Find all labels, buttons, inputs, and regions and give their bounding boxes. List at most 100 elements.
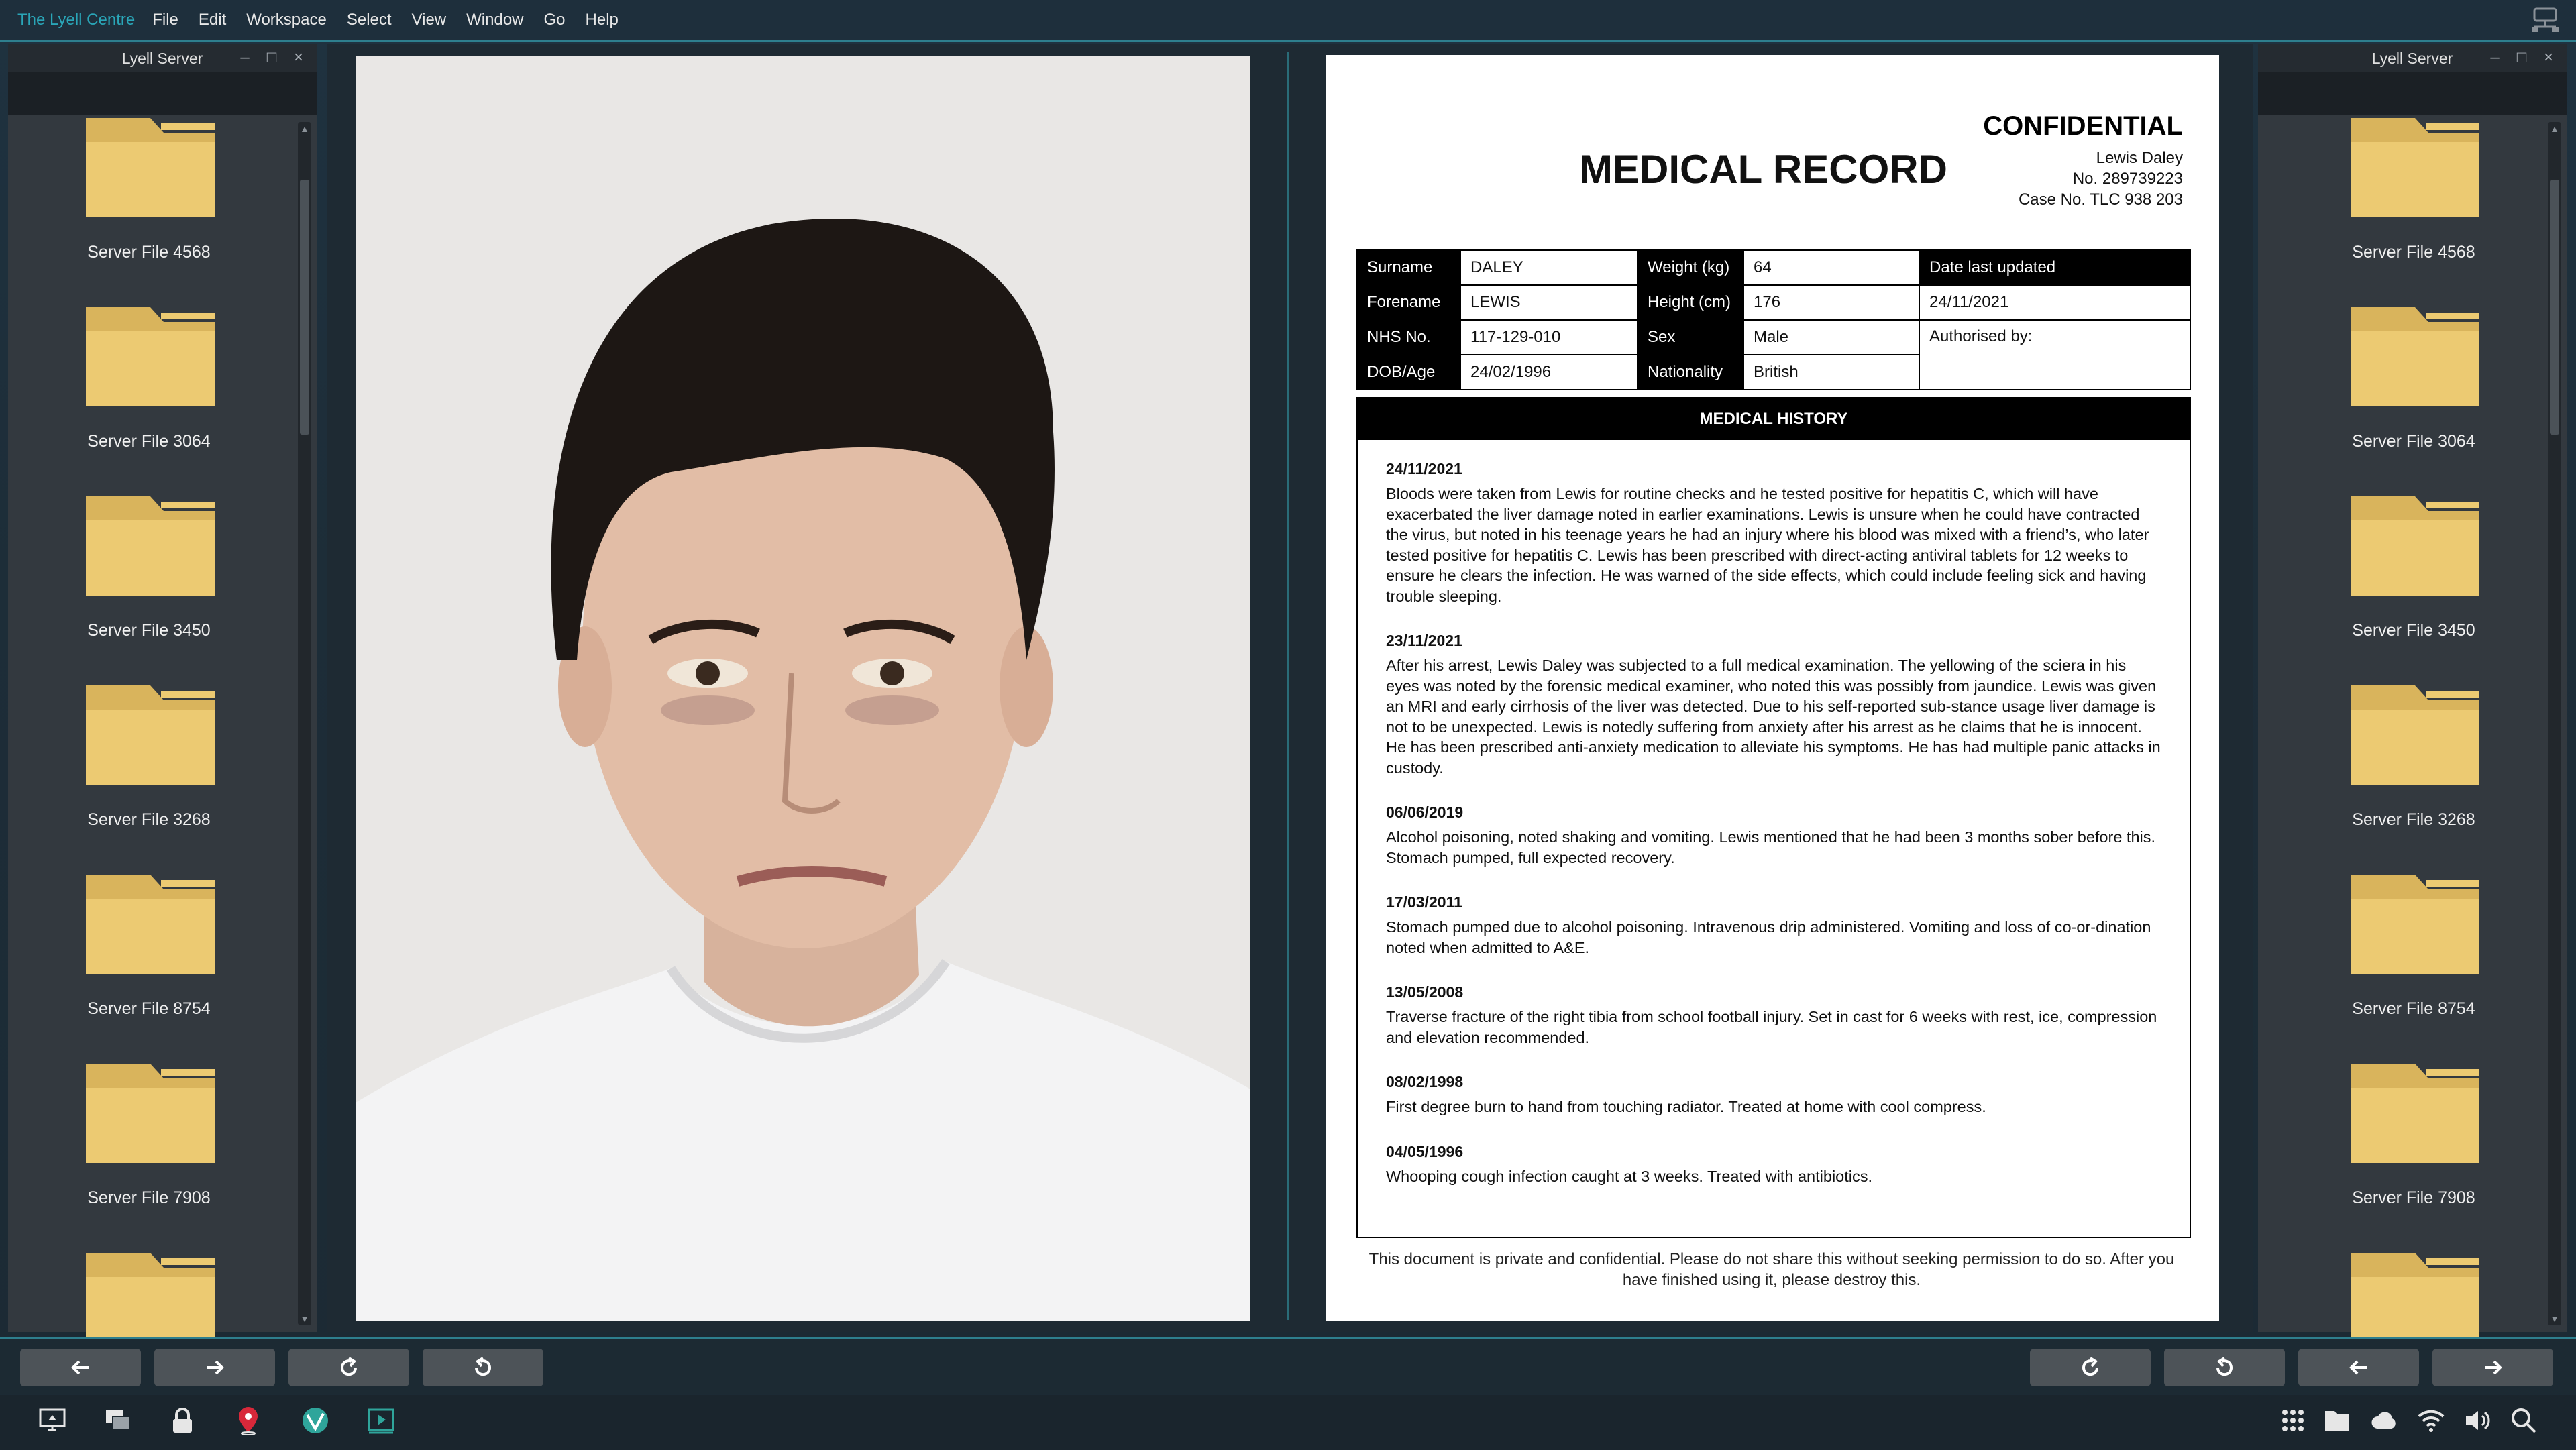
lock-icon[interactable] (166, 1404, 199, 1437)
history-entry: 13/05/2008 Traverse fracture of the righ… (1386, 983, 2161, 1048)
menu-go[interactable]: Go (544, 11, 566, 30)
left-file-list: Server File 4568 Server File 3064 Server… (8, 114, 290, 1438)
display-icon[interactable] (36, 1404, 68, 1437)
close-icon[interactable]: × (290, 48, 307, 67)
menu-view[interactable]: View (412, 11, 447, 30)
right-file-list: Server File 4568 Server File 3064 Server… (2273, 114, 2555, 1438)
file-label: Server File 4568 (2352, 243, 2475, 262)
left-server-window: Lyell Server – □ × ▲ ▼ Server File 4568 … (8, 44, 317, 1352)
app-name[interactable]: The Lyell Centre (17, 11, 135, 30)
entry-text: Alcohol poisoning, noted shaking and vom… (1386, 828, 2156, 867)
back-button[interactable] (20, 1349, 141, 1386)
file-item[interactable]: Server File 3450 (2273, 492, 2555, 681)
file-label: Server File 7908 (2352, 1188, 2475, 1207)
windows-icon[interactable] (102, 1404, 134, 1437)
file-item[interactable]: Server File 3268 (8, 681, 290, 871)
back-button-right[interactable] (2298, 1349, 2419, 1386)
nhs-value: 117-129-010 (1460, 319, 1638, 355)
undo-button-right[interactable] (2164, 1349, 2285, 1386)
height-label: Height (cm) (1637, 284, 1744, 321)
redo-button-right[interactable] (2030, 1349, 2151, 1386)
search-icon[interactable] (2508, 1404, 2540, 1437)
forward-button-right[interactable] (2432, 1349, 2553, 1386)
file-item[interactable]: Server File 4568 (8, 114, 290, 303)
medical-history-heading: MEDICAL HISTORY (1358, 398, 2190, 440)
scroll-thumb[interactable] (300, 180, 309, 435)
globe-icon[interactable] (299, 1404, 331, 1437)
media-player-icon[interactable] (365, 1404, 397, 1437)
menu-edit[interactable]: Edit (199, 11, 226, 30)
medical-history-section: MEDICAL HISTORY 24/11/2021 Bloods were t… (1356, 397, 2191, 1238)
main-document-window: CONFIDENTIAL MEDICAL RECORD Lewis Daley … (327, 44, 2253, 1332)
file-item[interactable]: Server File 3450 (8, 492, 290, 681)
file-item[interactable]: Server File 4568 (2273, 114, 2555, 303)
history-entry: 04/05/1996 Whooping cough infection caug… (1386, 1143, 2161, 1187)
menu-window[interactable]: Window (466, 11, 523, 30)
menu-workspace[interactable]: Workspace (246, 11, 327, 30)
scroll-down-icon[interactable]: ▼ (298, 1312, 311, 1325)
file-label: Server File 3450 (2352, 621, 2475, 640)
redo-button[interactable] (288, 1349, 409, 1386)
nationality-label: Nationality (1637, 354, 1744, 390)
minimize-icon[interactable]: – (2486, 48, 2504, 67)
forward-button[interactable] (154, 1349, 275, 1386)
history-entry: 08/02/1998 First degree burn to hand fro… (1386, 1073, 2161, 1117)
file-item[interactable]: Server File 3268 (2273, 681, 2555, 871)
file-label: Server File 3268 (2352, 810, 2475, 829)
file-item[interactable]: Server File 3064 (2273, 303, 2555, 492)
file-label: Server File 8754 (2352, 999, 2475, 1018)
authorised-by: Authorised by: (1919, 319, 2191, 390)
scroll-up-icon[interactable]: ▲ (298, 122, 311, 135)
portrait-image (356, 56, 1250, 1321)
file-item[interactable]: Server File 8754 (8, 871, 290, 1060)
history-entries: 24/11/2021 Bloods were taken from Lewis … (1358, 440, 2190, 1186)
folder-icon (2351, 307, 2479, 406)
entry-text: Stomach pumped due to alcohol poisoning.… (1386, 918, 2151, 956)
file-item[interactable]: Server File 3064 (8, 303, 290, 492)
minimize-icon[interactable]: – (236, 48, 254, 67)
date-updated-label: Date last updated (1919, 249, 2191, 286)
location-pin-icon[interactable] (232, 1404, 264, 1437)
folder-icon[interactable] (2321, 1404, 2353, 1437)
right-window-titlebar[interactable]: Lyell Server – □ × (2258, 44, 2567, 72)
folder-icon (86, 875, 215, 974)
folder-icon (2351, 875, 2479, 974)
apps-grid-icon[interactable] (2277, 1404, 2309, 1437)
network-icon[interactable] (2530, 7, 2560, 34)
entry-date: 08/02/1998 (1386, 1073, 1464, 1091)
left-scrollbar[interactable]: ▲ ▼ (298, 122, 311, 1325)
entry-text: Traverse fracture of the right tibia fro… (1386, 1008, 2157, 1046)
folder-icon (86, 685, 215, 785)
menu-help[interactable]: Help (586, 11, 619, 30)
close-icon[interactable]: × (2540, 48, 2557, 67)
folder-icon (2351, 685, 2479, 785)
panel-divider (1287, 52, 1289, 1320)
menu-select[interactable]: Select (347, 11, 392, 30)
maximize-icon[interactable]: □ (263, 48, 280, 67)
left-window-title: Lyell Server (121, 49, 203, 67)
left-window-titlebar[interactable]: Lyell Server – □ × (8, 44, 317, 72)
entry-text: Bloods were taken from Lewis for routine… (1386, 485, 2149, 605)
history-entry: 17/03/2011 Stomach pumped due to alcohol… (1386, 893, 2161, 958)
volume-icon[interactable] (2461, 1404, 2493, 1437)
menu-bar: The Lyell Centre File Edit Workspace Sel… (0, 0, 2576, 42)
navigation-bar (0, 1337, 2576, 1394)
right-window-toolbar (2258, 72, 2567, 115)
undo-button[interactable] (423, 1349, 543, 1386)
menu-file[interactable]: File (152, 11, 178, 30)
file-item[interactable]: Server File 8754 (2273, 871, 2555, 1060)
undo-icon (474, 1357, 491, 1376)
folder-icon (2351, 1064, 2479, 1163)
entry-text: First degree burn to hand from touching … (1386, 1098, 1986, 1115)
arrow-right-icon (2485, 1360, 2502, 1375)
patient-name: Lewis Daley (2096, 149, 2183, 167)
file-item[interactable]: Server File 7908 (2273, 1060, 2555, 1249)
nationality-value: British (1743, 354, 1920, 390)
cloud-icon[interactable] (2368, 1404, 2400, 1437)
maximize-icon[interactable]: □ (2513, 48, 2530, 67)
file-label: Server File 8754 (87, 999, 211, 1018)
medical-record-document: CONFIDENTIAL MEDICAL RECORD Lewis Daley … (1326, 55, 2219, 1321)
wifi-icon[interactable] (2415, 1404, 2447, 1437)
file-item[interactable]: Server File 7908 (8, 1060, 290, 1249)
arrow-left-icon (71, 1360, 89, 1375)
